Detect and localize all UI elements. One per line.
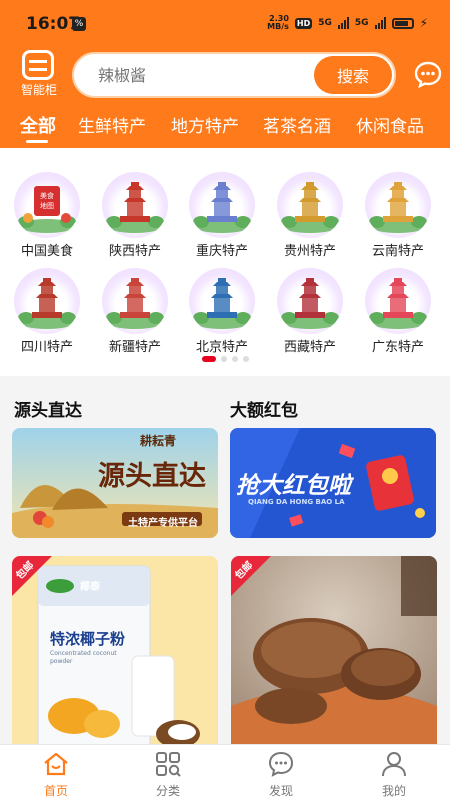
section-title-direct: 源头直达	[14, 401, 82, 421]
nav-profile-label: 我的	[381, 784, 406, 798]
free-shipping-tag: 包邮	[12, 556, 52, 596]
category-item[interactable]: 云南特产	[358, 172, 438, 268]
category-label: 重庆特产	[195, 244, 248, 259]
tab-snacks[interactable]: 休闲食品	[356, 112, 424, 137]
category-item[interactable]: 新疆特产	[95, 268, 175, 364]
category-grid: 美食 地图 中国美食 陕西特产 重庆特产 贵州特产 云南特产 四川特产 新疆特产 北京特产 西藏特产…	[0, 148, 450, 376]
category-item[interactable]: 西藏特产	[270, 268, 350, 364]
category-sign-text: 地图	[40, 201, 54, 210]
charging-icon: ⚡	[419, 16, 428, 30]
battery-icon	[391, 17, 414, 29]
category-item[interactable]: 四川特产	[7, 268, 87, 364]
signal-icon	[337, 17, 349, 29]
chat-bubble-icon[interactable]	[414, 60, 442, 89]
carousel-dot	[242, 356, 249, 362]
banner-headline-redpacket: 抢大红包啦	[236, 473, 351, 499]
category-illustration-icon	[365, 172, 431, 238]
category-illustration-icon	[189, 268, 255, 334]
net-speed: 2.30 MB/s	[267, 14, 289, 31]
nav-discover-label: 发现	[268, 784, 293, 798]
carousel-dot	[201, 356, 216, 362]
category-illustration-icon	[189, 172, 255, 238]
banner-brand: 耕耘青	[140, 434, 177, 448]
category-item[interactable]: 重庆特产	[182, 172, 262, 268]
carousel-dot	[220, 356, 227, 362]
locker-icon	[22, 50, 54, 80]
signal-label-2: 5G	[354, 18, 369, 28]
category-item[interactable]: 北京特产	[182, 268, 262, 364]
search-input[interactable]	[98, 54, 298, 96]
header: 16:07 % 2.30 MB/s HD 5G 5G ⚡ 智能柜 搜索	[0, 0, 450, 148]
product-package-title: 特浓椰子粉	[50, 630, 126, 648]
nav-category-label: 分类	[155, 784, 180, 798]
category-item[interactable]: 贵州特产	[270, 172, 350, 268]
category-label: 贵州特产	[283, 244, 336, 259]
tab-underline	[26, 140, 48, 143]
category-label: 北京特产	[195, 340, 248, 355]
section-title-redpacket: 大额红包	[230, 401, 298, 421]
status-bar: 16:07 % 2.30 MB/s HD 5G 5G ⚡	[0, 0, 450, 44]
product-brand: 椰泰	[80, 582, 100, 593]
tab-fresh[interactable]: 生鲜特产	[78, 112, 146, 137]
category-label: 四川特产	[20, 340, 73, 355]
hd-icon: HD	[294, 17, 313, 29]
direct-origin-banner[interactable]: 耕耘青 源头直达 土特产专供平台	[12, 428, 218, 538]
signal-icon	[374, 17, 386, 29]
category-item[interactable]: 陕西特产	[95, 172, 175, 268]
category-label: 陕西特产	[108, 244, 161, 259]
category-grid-icon	[156, 752, 181, 777]
category-illustration-icon	[277, 268, 343, 334]
discover-chat-icon	[268, 751, 294, 777]
category-illustration-icon: 美食 地图	[14, 172, 80, 238]
profile-icon	[382, 752, 406, 777]
tab-local[interactable]: 地方特产	[171, 112, 239, 137]
category-label: 广东特产	[371, 340, 424, 355]
smart-locker-button[interactable]: 智能柜	[14, 48, 64, 102]
nav-category[interactable]: 分类	[112, 745, 224, 800]
category-tabs: 全部 生鲜特产 地方特产 茗茶名酒 休闲食品	[0, 104, 450, 144]
tab-all[interactable]: 全部	[20, 112, 56, 138]
banner-pinyin: QIANG DA HONG BAO LA	[248, 498, 345, 506]
nav-home[interactable]: 首页	[0, 745, 112, 800]
category-illustration-icon	[14, 268, 80, 334]
carousel-dot	[231, 356, 238, 362]
banner-headline: 源头直达	[98, 461, 206, 492]
category-label: 中国美食	[20, 244, 73, 259]
free-shipping-tag: 包邮	[231, 556, 271, 596]
product-package-sub: Concentrated coconut powder	[50, 650, 117, 665]
product-card[interactable]: 包邮	[231, 556, 437, 752]
tab-tea-wine[interactable]: 茗茶名酒	[263, 112, 331, 137]
home-icon	[44, 752, 68, 776]
signal-label-1: 5G	[318, 18, 332, 28]
nav-profile[interactable]: 我的	[338, 745, 450, 800]
promo-section: 源头直达 大额红包 耕耘青 源头直达 土特产专供平台 抢大红包啦 QIANG D…	[0, 386, 450, 550]
category-sign-text: 美食	[40, 191, 54, 200]
carousel-indicator	[0, 356, 450, 362]
banner-subline: 土特产专供平台	[128, 518, 198, 529]
category-illustration-icon	[102, 268, 168, 334]
search-button[interactable]: 搜索	[314, 56, 392, 94]
category-label: 新疆特产	[108, 340, 161, 355]
nav-home-label: 首页	[43, 784, 68, 798]
category-label: 云南特产	[371, 244, 424, 259]
bottom-nav: 首页 分类 发现 我的	[0, 744, 450, 800]
product-card[interactable]: 椰泰 特浓椰子粉 Concentrated coconut powder 包邮	[12, 556, 218, 752]
category-illustration-icon	[102, 172, 168, 238]
notification-icon: %	[72, 17, 86, 31]
nav-discover[interactable]: 发现	[225, 745, 337, 800]
smart-locker-label: 智能柜	[20, 83, 57, 97]
category-item[interactable]: 广东特产	[358, 268, 438, 364]
red-packet-banner[interactable]: 抢大红包啦 QIANG DA HONG BAO LA	[230, 428, 436, 538]
category-label: 西藏特产	[283, 340, 336, 355]
category-illustration-icon	[365, 268, 431, 334]
system-icons: 2.30 MB/s HD 5G 5G ⚡	[267, 14, 428, 32]
category-item[interactable]: 美食 地图 中国美食	[7, 172, 87, 268]
category-illustration-icon	[277, 172, 343, 238]
search-bar: 搜索	[72, 52, 396, 98]
